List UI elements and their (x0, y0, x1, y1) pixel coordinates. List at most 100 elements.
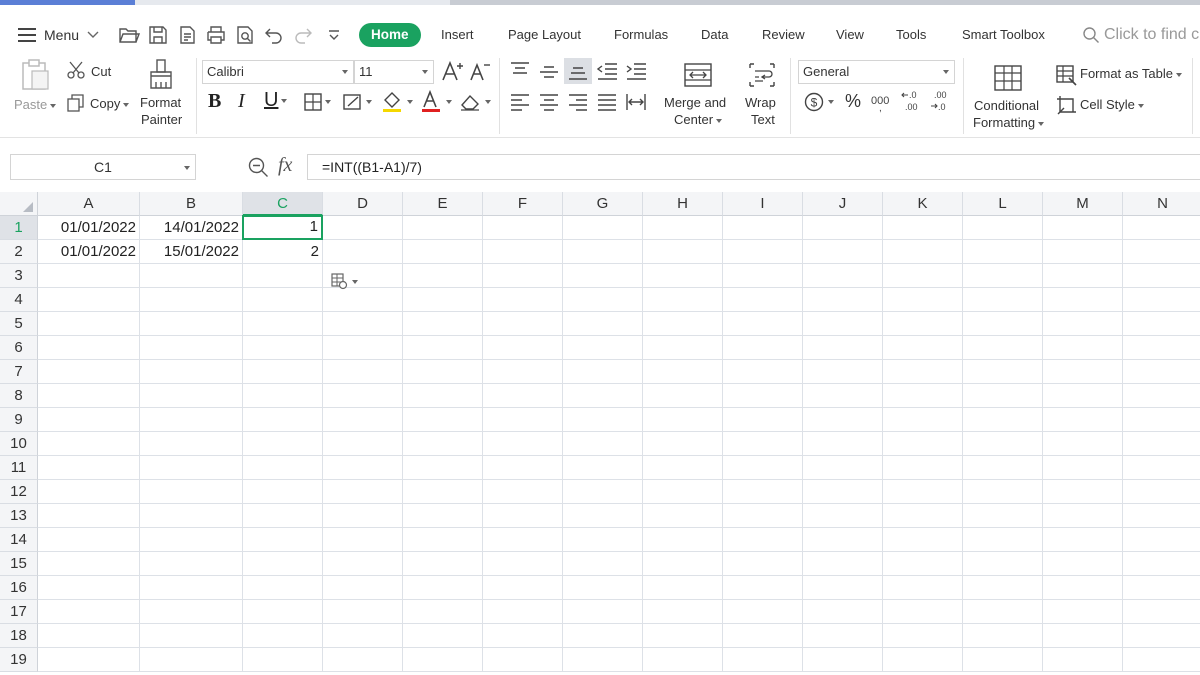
cell-k13[interactable] (883, 504, 963, 528)
cell-k3[interactable] (883, 264, 963, 288)
cell-e7[interactable] (403, 360, 483, 384)
cell-k12[interactable] (883, 480, 963, 504)
cell-d8[interactable] (323, 384, 403, 408)
cell-b13[interactable] (140, 504, 243, 528)
cell-h19[interactable] (643, 648, 723, 672)
cell-e1[interactable] (403, 216, 483, 240)
cell-m12[interactable] (1043, 480, 1123, 504)
cell-i5[interactable] (723, 312, 803, 336)
wrap-text-icon[interactable] (747, 62, 777, 88)
cell-fill-style-icon[interactable] (342, 92, 374, 112)
cell-b7[interactable] (140, 360, 243, 384)
cell-g12[interactable] (563, 480, 643, 504)
cell-g18[interactable] (563, 624, 643, 648)
cell-c4[interactable] (243, 288, 323, 312)
cell-c18[interactable] (243, 624, 323, 648)
cell-k6[interactable] (883, 336, 963, 360)
cell-f12[interactable] (483, 480, 563, 504)
cell-b5[interactable] (140, 312, 243, 336)
cell-h6[interactable] (643, 336, 723, 360)
cell-e5[interactable] (403, 312, 483, 336)
eraser-icon[interactable] (459, 92, 493, 112)
cell-d19[interactable] (323, 648, 403, 672)
align-middle-icon[interactable] (538, 60, 560, 82)
cell-l5[interactable] (963, 312, 1043, 336)
cell-i15[interactable] (723, 552, 803, 576)
cell-k5[interactable] (883, 312, 963, 336)
cell-h3[interactable] (643, 264, 723, 288)
cell-f9[interactable] (483, 408, 563, 432)
cut-button[interactable]: Cut (91, 64, 111, 79)
font-name-select[interactable]: Calibri (202, 60, 354, 84)
cell-c5[interactable] (243, 312, 323, 336)
cell-c14[interactable] (243, 528, 323, 552)
cell-k15[interactable] (883, 552, 963, 576)
cell-n19[interactable] (1123, 648, 1200, 672)
column-header-g[interactable]: G (563, 192, 643, 216)
row-header-1[interactable]: 1 (0, 216, 38, 240)
paste-icon[interactable] (18, 58, 52, 92)
open-folder-icon[interactable] (118, 24, 140, 46)
cell-e13[interactable] (403, 504, 483, 528)
cell-m6[interactable] (1043, 336, 1123, 360)
cell-e14[interactable] (403, 528, 483, 552)
cell-l2[interactable] (963, 240, 1043, 264)
cell-h10[interactable] (643, 432, 723, 456)
tab-page-layout[interactable]: Page Layout (508, 23, 581, 47)
cell-g8[interactable] (563, 384, 643, 408)
cell-i3[interactable] (723, 264, 803, 288)
cell-b3[interactable] (140, 264, 243, 288)
cell-l16[interactable] (963, 576, 1043, 600)
row-header-19[interactable]: 19 (0, 648, 38, 672)
cell-h4[interactable] (643, 288, 723, 312)
cell-e8[interactable] (403, 384, 483, 408)
cell-n15[interactable] (1123, 552, 1200, 576)
cell-a7[interactable] (38, 360, 140, 384)
tab-tools[interactable]: Tools (896, 23, 926, 47)
cell-f19[interactable] (483, 648, 563, 672)
fill-color-icon[interactable] (381, 90, 415, 114)
cell-m2[interactable] (1043, 240, 1123, 264)
align-right-icon[interactable] (567, 92, 589, 112)
cell-g19[interactable] (563, 648, 643, 672)
column-header-e[interactable]: E (403, 192, 483, 216)
cell-l11[interactable] (963, 456, 1043, 480)
cell-j11[interactable] (803, 456, 883, 480)
cell-k11[interactable] (883, 456, 963, 480)
cell-k17[interactable] (883, 600, 963, 624)
cell-style-icon[interactable] (1055, 94, 1077, 116)
cell-c11[interactable] (243, 456, 323, 480)
cell-d18[interactable] (323, 624, 403, 648)
cell-n4[interactable] (1123, 288, 1200, 312)
name-box[interactable]: C1 (10, 154, 196, 180)
cell-j16[interactable] (803, 576, 883, 600)
increase-font-size-icon[interactable] (441, 60, 463, 82)
cell-i10[interactable] (723, 432, 803, 456)
cell-l17[interactable] (963, 600, 1043, 624)
cell-h15[interactable] (643, 552, 723, 576)
cell-j12[interactable] (803, 480, 883, 504)
undo-icon[interactable] (263, 24, 285, 46)
cell-e11[interactable] (403, 456, 483, 480)
cell-n11[interactable] (1123, 456, 1200, 480)
cell-a3[interactable] (38, 264, 140, 288)
cell-k16[interactable] (883, 576, 963, 600)
cell-c3[interactable] (243, 264, 323, 288)
column-header-k[interactable]: K (883, 192, 963, 216)
cell-g11[interactable] (563, 456, 643, 480)
copy-button[interactable]: Copy (90, 96, 130, 111)
cell-a17[interactable] (38, 600, 140, 624)
cell-a9[interactable] (38, 408, 140, 432)
cell-l13[interactable] (963, 504, 1043, 528)
cell-i14[interactable] (723, 528, 803, 552)
cell-g1[interactable] (563, 216, 643, 240)
cell-i13[interactable] (723, 504, 803, 528)
tab-data[interactable]: Data (701, 23, 728, 47)
cell-l4[interactable] (963, 288, 1043, 312)
cell-n7[interactable] (1123, 360, 1200, 384)
cell-i6[interactable] (723, 336, 803, 360)
cell-d12[interactable] (323, 480, 403, 504)
export-pdf-icon[interactable] (176, 24, 198, 46)
conditional-formatting-label-1[interactable]: Conditional (974, 98, 1039, 113)
column-header-j[interactable]: J (803, 192, 883, 216)
